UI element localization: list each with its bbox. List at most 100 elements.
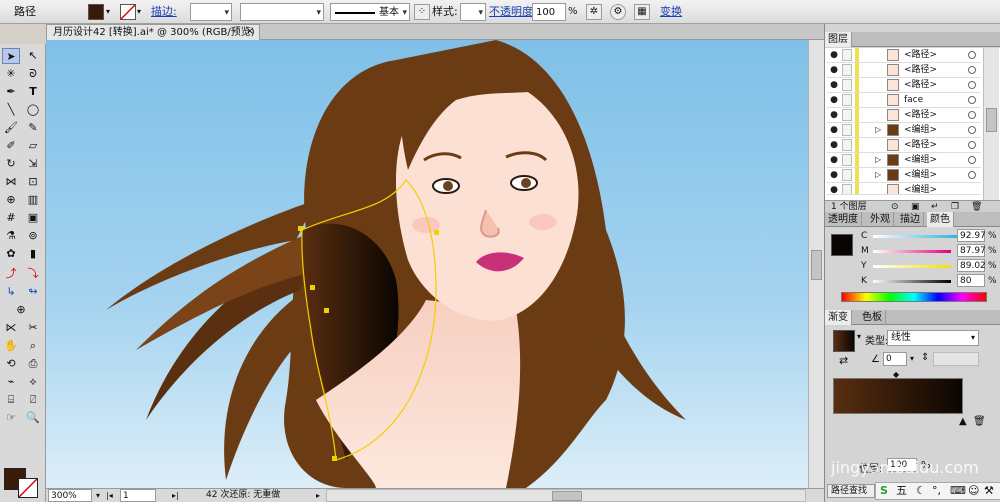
vertical-scrollbar[interactable] bbox=[808, 40, 824, 488]
ime-toolbar[interactable]: S 五 ☾ °, ⌨ ☺ ⚒ bbox=[875, 482, 1000, 500]
color-spectrum-bar[interactable] bbox=[841, 292, 987, 302]
slider-track[interactable] bbox=[873, 265, 951, 268]
target-icon[interactable] bbox=[968, 81, 976, 89]
moon-icon[interactable]: ☾ bbox=[916, 483, 926, 499]
layer-row[interactable]: ● <路径> bbox=[827, 108, 981, 123]
eye-icon[interactable]: ● bbox=[829, 123, 839, 137]
perspective-grid-tool-icon[interactable]: ▥ bbox=[24, 192, 42, 208]
lock-toggle[interactable] bbox=[842, 109, 852, 121]
lasso-tool-icon[interactable]: ᘐ bbox=[24, 66, 42, 82]
hand-tool-icon[interactable]: ✋ bbox=[2, 338, 20, 354]
lock-toggle[interactable] bbox=[842, 154, 852, 166]
line-tool-icon[interactable]: ╲ bbox=[2, 102, 20, 118]
tools-icon[interactable]: ⚒ bbox=[984, 483, 994, 499]
align-icon[interactable]: ▦ bbox=[634, 4, 650, 20]
expand-triangle-icon[interactable]: ▷ bbox=[875, 168, 881, 182]
stroke-swatch[interactable] bbox=[18, 478, 38, 498]
target-icon[interactable] bbox=[968, 96, 976, 104]
tab-swatches[interactable]: 色板 bbox=[859, 310, 886, 325]
anchor-point[interactable] bbox=[332, 456, 337, 461]
trash-icon[interactable]: 🗑 bbox=[973, 416, 986, 427]
artboard-canvas[interactable] bbox=[46, 40, 808, 488]
angle-input[interactable]: 0 bbox=[883, 352, 907, 366]
eye-icon[interactable]: ● bbox=[829, 78, 839, 92]
expand-triangle-icon[interactable]: ▷ bbox=[875, 123, 881, 137]
graph-tool-icon[interactable]: ⌸ bbox=[2, 392, 20, 408]
eye-icon[interactable]: ● bbox=[829, 93, 839, 107]
live-paint-tool-icon[interactable]: ⍁ bbox=[24, 392, 42, 408]
eye-icon[interactable]: ● bbox=[829, 63, 839, 77]
scissors-tool-icon[interactable]: ✂ bbox=[24, 320, 42, 336]
transform-link[interactable]: 变换 bbox=[660, 3, 682, 21]
lock-toggle[interactable] bbox=[842, 79, 852, 91]
chevron-down-icon[interactable]: ▾ bbox=[857, 332, 861, 341]
column-graph-tool-icon[interactable]: ▮ bbox=[24, 246, 42, 262]
black-slider-row[interactable]: K 80% bbox=[829, 274, 997, 288]
slider-track[interactable] bbox=[873, 280, 951, 283]
layer-row[interactable]: ● <路径> bbox=[827, 63, 981, 78]
gradient-preview-swatch[interactable] bbox=[833, 330, 855, 352]
graphic-style-dropdown[interactable]: ▾ bbox=[460, 3, 486, 21]
expand-triangle-icon[interactable]: ▷ bbox=[875, 153, 881, 167]
zoom-tool-icon[interactable]: ⌕ bbox=[24, 338, 42, 354]
puppet-warp-tool-icon[interactable]: ⟡ bbox=[24, 374, 42, 390]
stroke-color-swatch[interactable] bbox=[120, 4, 136, 20]
eye-icon[interactable]: ● bbox=[829, 108, 839, 122]
eyedropper-tool-icon[interactable]: ⚗ bbox=[2, 228, 20, 244]
eye-icon[interactable]: ● bbox=[829, 48, 839, 62]
pencil-tool-icon[interactable]: ✎ bbox=[24, 120, 42, 136]
anchor-point[interactable] bbox=[434, 230, 439, 235]
curvature-tool-icon[interactable]: ↬ bbox=[24, 284, 42, 300]
gear-icon[interactable]: ⚙ bbox=[610, 4, 626, 20]
lock-toggle[interactable] bbox=[842, 49, 852, 61]
slice-tool-icon[interactable]: ⋉ bbox=[2, 320, 20, 336]
tab-appearance[interactable]: 外观 bbox=[867, 212, 894, 227]
target-icon[interactable] bbox=[968, 156, 976, 164]
magenta-slider-row[interactable]: M 87.97% bbox=[829, 244, 997, 258]
artboard-tool-icon[interactable]: ⊕ bbox=[12, 302, 30, 318]
keyboard-icon[interactable]: ⌨ bbox=[950, 483, 966, 499]
eye-icon[interactable]: ● bbox=[829, 153, 839, 167]
horizontal-scrollbar[interactable] bbox=[326, 489, 806, 502]
fill-stroke-widget[interactable] bbox=[4, 468, 42, 500]
aspect-ratio-input[interactable] bbox=[933, 352, 979, 366]
scroll-thumb[interactable] bbox=[811, 250, 822, 280]
width-tool-icon[interactable]: ⋈ bbox=[2, 174, 20, 190]
tab-layers[interactable]: 图层 bbox=[825, 32, 852, 47]
tab-gradient[interactable]: 渐变 bbox=[825, 310, 852, 325]
free-transform-tool-icon[interactable]: ⊡ bbox=[24, 174, 42, 190]
artboard-number-field[interactable]: 1 bbox=[120, 489, 156, 502]
opacity-input[interactable]: 100 bbox=[532, 3, 566, 21]
direct-selection-tool-icon[interactable]: ↖ bbox=[24, 48, 42, 64]
shape-builder-tool-icon[interactable]: ⊕ bbox=[2, 192, 20, 208]
layer-row[interactable]: ● <路径> bbox=[827, 78, 981, 93]
stroke-options-icon[interactable]: ⁘ bbox=[414, 4, 430, 20]
close-icon[interactable]: × bbox=[244, 26, 256, 38]
recolor-icon[interactable]: ✲ bbox=[586, 4, 602, 20]
paintbrush-tool-icon[interactable]: 🖌 bbox=[2, 120, 20, 136]
layer-row[interactable]: ● face bbox=[827, 93, 981, 108]
target-icon[interactable] bbox=[968, 51, 976, 59]
lock-toggle[interactable] bbox=[842, 169, 852, 181]
layer-row[interactable]: ● ▷ <编组> bbox=[827, 153, 981, 168]
eye-icon[interactable]: ● bbox=[829, 168, 839, 182]
stroke-weight-label[interactable]: 描边: bbox=[151, 3, 177, 21]
join-tool-icon[interactable]: ↳ bbox=[2, 284, 20, 300]
target-icon[interactable] bbox=[968, 111, 976, 119]
lock-toggle[interactable] bbox=[842, 94, 852, 106]
user-icon[interactable]: ☺ bbox=[968, 483, 979, 499]
chevron-down-icon[interactable]: ▾ bbox=[96, 489, 100, 502]
reverse-gradient-icon[interactable]: ⇄ bbox=[839, 354, 848, 367]
layer-row[interactable]: ● ▷ <编组> bbox=[827, 123, 981, 138]
blend-tool-icon[interactable]: ⊚ bbox=[24, 228, 42, 244]
magenta-value-input[interactable]: 87.97 bbox=[957, 244, 986, 257]
tab-transparency[interactable]: 透明度 bbox=[825, 212, 862, 227]
fill-dropdown-arrow[interactable]: ▾ bbox=[106, 3, 110, 21]
layer-row[interactable]: ● ▷ <编组> bbox=[827, 168, 981, 183]
knife-tool-icon[interactable]: ⌁ bbox=[2, 374, 20, 390]
cyan-slider-row[interactable]: C 92.97% bbox=[829, 229, 997, 243]
lock-toggle[interactable] bbox=[842, 64, 852, 76]
cyan-value-input[interactable]: 92.97 bbox=[957, 229, 986, 242]
next-artboard-icon[interactable]: ▸| bbox=[172, 489, 179, 502]
anchor-point-tool-icon[interactable]: ⤴ bbox=[2, 266, 20, 282]
